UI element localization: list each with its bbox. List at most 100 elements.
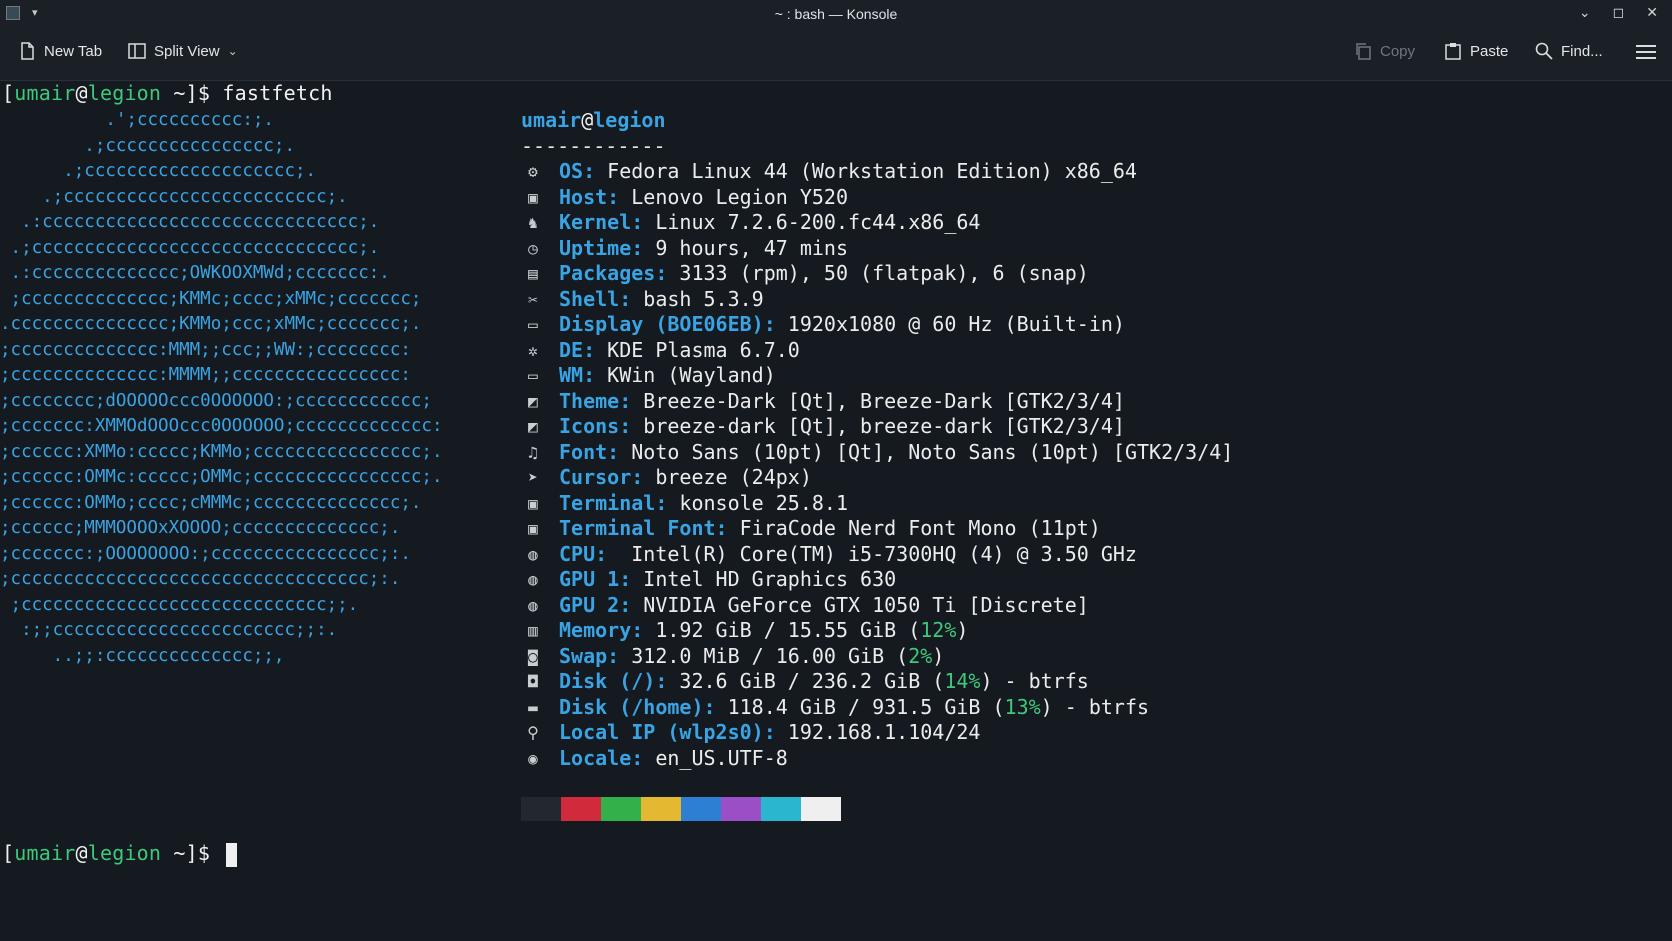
- terminal-area[interactable]: [umair@legion ~]$ fastfetch .';ccccccccc…: [0, 81, 1672, 941]
- shell-icon: ✂: [528, 289, 538, 309]
- toolbar: New Tab Split View ⌄ Copy Paste Find...: [0, 28, 1672, 81]
- gpu-icon: ◍: [528, 570, 538, 589]
- logo-line: ;cccccc;MMMOOOOxXOOOO;cccccccccccccc;.: [0, 518, 401, 538]
- info-value: breeze-dark [Qt], breeze-dark [GTK2/3/4]: [631, 414, 1125, 438]
- logo-line: .';cccccccccc:;.: [0, 110, 274, 130]
- terminal-icon: ▣: [528, 493, 538, 513]
- logo-line: .;cccccccccccccccccccc;.: [0, 161, 317, 181]
- usage-percent: 2%: [908, 643, 933, 668]
- info-key: Memory:: [559, 618, 644, 642]
- locale-icon: ◉: [528, 748, 538, 768]
- logo-line: ;cccccccccccccccccccccccccccccccccc;:.: [0, 569, 401, 589]
- logo-line: ;cccccc:OMMc:ccccc;OMMc;cccccccccccccccc…: [0, 467, 443, 487]
- copy-label: Copy: [1380, 42, 1416, 60]
- info-row: ◍ GPU 1: Intel HD Graphics 630: [521, 567, 1233, 593]
- split-view-label: Split View: [154, 42, 220, 60]
- info-row: ◉ Locale: en_US.UTF-8: [521, 746, 1233, 772]
- info-value: breeze (24px): [643, 465, 812, 489]
- info-value: KDE Plasma 6.7.0: [595, 337, 800, 362]
- usage-percent: 12%: [920, 618, 957, 642]
- info-row: ◙ Swap: 312.0 MiB / 16.00 GiB (2%): [521, 644, 1233, 670]
- palette-swatch: [561, 797, 601, 821]
- info-key: Uptime:: [559, 235, 644, 260]
- font-icon: ♫: [528, 442, 538, 462]
- find-label: Find...: [1561, 42, 1603, 60]
- find-button[interactable]: Find...: [1535, 42, 1603, 60]
- maximize-icon[interactable]: ◻: [1613, 4, 1625, 21]
- info-value: konsole 25.8.1: [667, 490, 848, 515]
- logo-line: ;cccccc:XMMo:ccccc;KMMo;cccccccccccccccc…: [0, 441, 443, 462]
- info-key: Display (BOE06EB):: [559, 312, 776, 336]
- cursor-icon: ➤: [528, 468, 538, 487]
- display-icon: ▭: [528, 315, 538, 334]
- info-key: Disk (/):: [559, 669, 668, 693]
- logo-line: ;cccccc:OMMo;cccc;cMMMc;cccccccccccccc;.: [0, 492, 422, 513]
- de-icon: ✲: [528, 340, 538, 360]
- logo-line: .:cccccccccccccc;OWKOOXMWd;ccccccc:.: [0, 263, 390, 283]
- info-row: ▣ Terminal: konsole 25.8.1: [521, 491, 1233, 517]
- palette-swatch: [521, 797, 561, 821]
- info-row: ▣ Host: Lenovo Legion Y520: [521, 185, 1233, 211]
- close-icon[interactable]: ✕: [1646, 4, 1658, 21]
- copy-icon: [1356, 43, 1371, 60]
- palette-swatch: [641, 797, 681, 821]
- info-row: ▥ Memory: 1.92 GiB / 15.55 GiB (12%): [521, 618, 1233, 644]
- prompt-user: umair: [14, 841, 76, 865]
- copy-button[interactable]: Copy: [1354, 42, 1415, 60]
- logo-line: ;ccccccc:XMMOdOOOccc0OOOOOO;cccccccccccc…: [0, 416, 443, 436]
- terminal-font-icon: ▣: [528, 519, 538, 538]
- info-key: Icons:: [559, 414, 632, 438]
- minimize-icon[interactable]: ⌄: [1579, 4, 1591, 21]
- prompt-line[interactable]: [umair@legion ~]$: [2, 841, 238, 867]
- info-key: Terminal:: [559, 490, 668, 515]
- info-key: Cursor:: [559, 465, 644, 489]
- host-icon: ▣: [528, 187, 538, 207]
- new-tab-label: New Tab: [44, 42, 103, 60]
- info-row: ▭ Display (BOE06EB): 1920x1080 @ 60 Hz (B…: [521, 312, 1233, 338]
- info-key: DE:: [559, 337, 596, 362]
- logo-line: .;ccccccccccccccccccccccccc;.: [0, 186, 348, 207]
- info-key: Packages:: [559, 261, 668, 285]
- info-row: ⚙ OS: Fedora Linux 44 (Workstation Editio…: [521, 159, 1233, 185]
- info-key: OS:: [559, 159, 596, 183]
- text-cursor: [226, 842, 238, 867]
- logo-line: ..;;:cccccccccccccc;;,: [0, 645, 285, 666]
- info-key: Swap:: [559, 643, 620, 668]
- info-row: ▣ Terminal Font: FiraCode Nerd Font Mono …: [521, 516, 1233, 542]
- split-view-button[interactable]: Split View ⌄: [128, 42, 238, 60]
- info-value: Linux 7.2.6-200.fc44.x86_64: [643, 210, 981, 234]
- info-key: GPU 2:: [559, 592, 632, 617]
- info-row: ✲ DE: KDE Plasma 6.7.0: [521, 338, 1233, 364]
- paste-button[interactable]: Paste: [1444, 42, 1508, 60]
- info-separator: ------------: [521, 133, 666, 158]
- logo-line: .;cccccccccccccccc;.: [0, 135, 296, 156]
- info-value: Intel(R) Core(TM) i5-7300HQ (4) @ 3.50 G…: [607, 541, 1137, 566]
- info-row: ◘ Disk (/): 32.6 GiB / 236.2 GiB (14%) - …: [521, 669, 1233, 695]
- logo-line: .ccccccccccccccc;KMMo;ccc;xMMc;ccccccc;.: [0, 314, 422, 334]
- info-row: ◩ Icons: breeze-dark [Qt], breeze-dark [G…: [521, 414, 1233, 440]
- logo-line: .:cccccccccccccccccccccccccccccc;.: [0, 212, 380, 232]
- memory-icon: ▥: [528, 621, 538, 640]
- info-value: 9 hours, 47 mins: [643, 235, 848, 260]
- paste-icon: [1445, 43, 1461, 60]
- info-value: KWin (Wayland): [595, 363, 776, 387]
- info-row: ▤ Packages: 3133 (rpm), 50 (flatpak), 6 (…: [521, 261, 1233, 287]
- logo-line: .;ccccccccccccccccccccccccccccccc;.: [0, 237, 380, 258]
- color-palette: [521, 797, 841, 821]
- info-row: ✂ Shell: bash 5.3.9: [521, 287, 1233, 313]
- info-value: Fedora Linux 44 (Workstation Edition) x8…: [595, 159, 1137, 183]
- info-value: Breeze-Dark [Qt], Breeze-Dark [GTK2/3/4]: [631, 388, 1125, 413]
- paste-label: Paste: [1470, 42, 1509, 60]
- info-row: ♫ Font: Noto Sans (10pt) [Qt], Noto Sans …: [521, 440, 1233, 466]
- palette-swatch: [681, 797, 721, 821]
- chevron-down-icon: ⌄: [227, 44, 238, 58]
- info-value: NVIDIA GeForce GTX 1050 Ti [Discrete]: [631, 592, 1089, 617]
- icons-icon: ◩: [528, 417, 538, 436]
- info-user: umair: [521, 108, 582, 132]
- hamburger-menu-button[interactable]: [1636, 44, 1656, 60]
- new-tab-button[interactable]: New Tab: [18, 42, 102, 60]
- theme-icon: ◩: [528, 391, 538, 411]
- info-value: 312.0 MiB / 16.00 GiB (: [619, 643, 909, 668]
- info-key: Terminal Font:: [559, 516, 728, 540]
- logo-line: :;;ccccccccccccccccccccccc;;:.: [0, 620, 338, 640]
